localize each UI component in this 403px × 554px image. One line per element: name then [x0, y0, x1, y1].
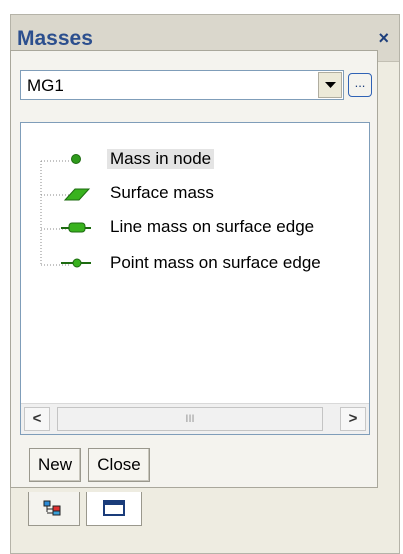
window-view-icon: [103, 500, 125, 516]
chevron-down-icon: [325, 82, 336, 88]
ellipsis-button[interactable]: ...: [348, 73, 372, 97]
tree-view-icon: [43, 500, 61, 516]
surface-mass-icon: [63, 188, 91, 201]
mass-type-tree: Mass in node Surface mass Line mass on s…: [20, 122, 370, 435]
node-mass-icon: [71, 154, 81, 164]
scroll-thumb[interactable]: III: [57, 407, 323, 431]
point-mass-icon: [61, 258, 91, 268]
mass-group-value: MG1: [27, 76, 64, 95]
dropdown-button[interactable]: [318, 72, 342, 98]
close-button[interactable]: Close: [88, 448, 150, 482]
mass-group-select[interactable]: MG1: [20, 70, 344, 100]
new-button[interactable]: New: [29, 448, 81, 482]
panel-tabs: [10, 492, 400, 554]
scroll-left-button[interactable]: <: [24, 407, 50, 431]
panel-title: Masses: [17, 27, 93, 50]
tab-window-view[interactable]: [86, 492, 142, 526]
tree-item-label: Point mass on surface edge: [110, 253, 321, 272]
line-mass-icon: [61, 222, 91, 233]
tree-item-label: Mass in node: [107, 149, 215, 169]
close-icon[interactable]: ×: [378, 28, 389, 49]
scroll-right-button[interactable]: >: [340, 407, 366, 431]
tree-item-label: Line mass on surface edge: [110, 217, 315, 236]
tree-item-label: Surface mass: [110, 183, 214, 202]
tab-tree-view[interactable]: [28, 492, 80, 526]
horizontal-scrollbar[interactable]: < III >: [21, 403, 369, 434]
